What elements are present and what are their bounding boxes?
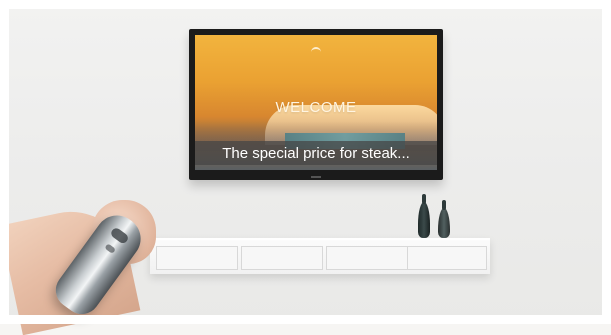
caption-text: The special price for steak... xyxy=(222,144,410,162)
floating-shelf xyxy=(150,238,490,274)
vase xyxy=(418,194,430,238)
tv-screen: WELCOME The special price for steak... xyxy=(195,35,437,170)
wall-mounted-tv: WELCOME The special price for steak... xyxy=(189,29,443,180)
welcome-text: WELCOME xyxy=(275,99,357,116)
crest-shape xyxy=(311,47,321,55)
remote-button xyxy=(104,243,116,254)
tv-brand-mark xyxy=(311,176,321,178)
vase xyxy=(438,200,450,238)
shelf-drawer xyxy=(407,246,487,270)
hotel-crest-icon xyxy=(311,47,321,57)
caption-bar: The special price for steak... xyxy=(195,141,437,165)
remote-button xyxy=(109,226,130,246)
shelf-drawer xyxy=(241,246,323,270)
scene: WELCOME The special price for steak... xyxy=(0,0,611,335)
shelf-drawer xyxy=(326,246,408,270)
shelf-drawer xyxy=(156,246,238,270)
